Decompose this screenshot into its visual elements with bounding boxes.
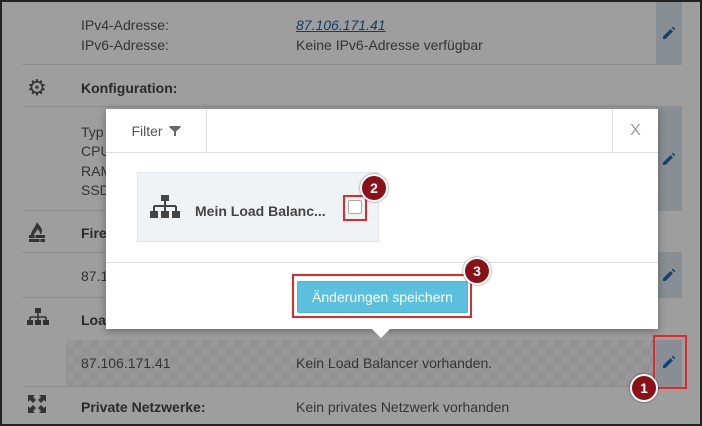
highlight-checkbox	[343, 195, 367, 221]
filter-label: Filter	[131, 123, 163, 139]
close-button[interactable]: X	[612, 109, 658, 153]
step-badge-3: 3	[463, 257, 491, 285]
load-balancer-name: Mein Load Balanc...	[195, 203, 326, 219]
step-badge-2: 2	[360, 174, 388, 202]
highlight-edit-load-balancer	[653, 335, 687, 389]
screenshot-frame: IPv4-Adresse: 87.106.171.41 IPv6-Adresse…	[0, 0, 702, 426]
close-icon: X	[630, 122, 641, 139]
modal-pointer	[372, 329, 390, 338]
modal-header: Filter X	[106, 109, 658, 153]
modal-footer-divider	[106, 262, 658, 263]
step-badge-1: 1	[630, 374, 658, 402]
filter-button[interactable]: Filter	[106, 109, 207, 153]
load-balancer-icon	[150, 195, 180, 218]
highlight-save-button	[292, 274, 472, 318]
filter-icon	[169, 126, 181, 136]
